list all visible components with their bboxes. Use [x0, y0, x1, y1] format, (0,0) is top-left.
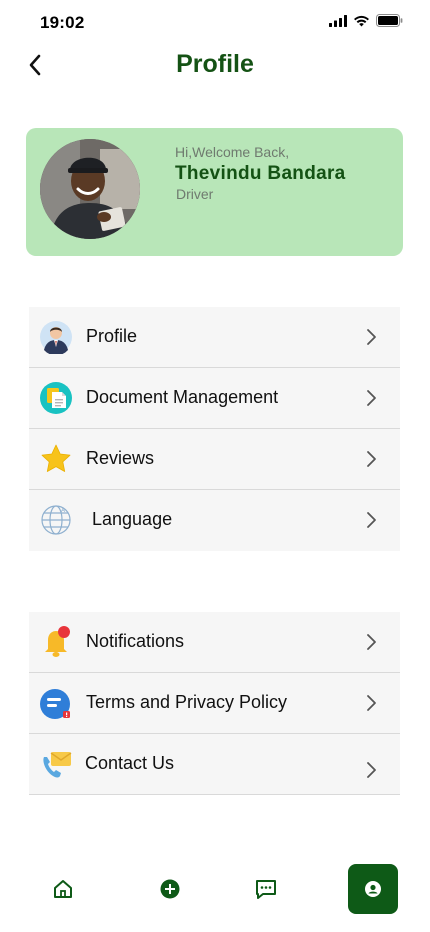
- user-name: Thevindu Bandara: [175, 163, 346, 184]
- menu-item-document-management[interactable]: Document Management: [29, 368, 400, 429]
- policy-icon: [40, 689, 70, 719]
- chevron-right-icon: [367, 634, 376, 650]
- user-avatar-icon: [40, 321, 72, 354]
- menu-label: Contact Us: [85, 753, 175, 773]
- chevron-right-icon: [367, 512, 376, 528]
- chevron-right-icon: [367, 695, 376, 711]
- nav-home-button[interactable]: [38, 864, 88, 914]
- wifi-icon: [354, 15, 369, 26]
- menu-item-terms-privacy[interactable]: Terms and Privacy Policy: [29, 673, 400, 734]
- profile-card: Hi,Welcome Back, Thevindu Bandara Driver: [26, 128, 403, 256]
- document-icon: [40, 382, 72, 414]
- user-role: Driver: [176, 186, 214, 202]
- plus-circle-icon: [160, 879, 180, 899]
- profile-icon: [365, 881, 381, 897]
- cellular-signal-icon: [329, 14, 347, 27]
- driver-photo: [40, 139, 140, 239]
- menu-label: Language: [92, 509, 173, 529]
- page-title: Profile: [176, 50, 254, 78]
- home-icon: [54, 880, 72, 898]
- battery-icon: [376, 14, 403, 27]
- menu-label: Notifications: [86, 631, 185, 651]
- nav-add-button[interactable]: [145, 864, 195, 914]
- globe-icon: A: [41, 505, 71, 535]
- menu-group-account: Profile Document Management Reviews A La…: [29, 307, 400, 551]
- menu-label: Terms and Privacy Policy: [86, 692, 288, 712]
- chevron-right-icon: [367, 390, 376, 406]
- bottom-nav: [0, 860, 430, 920]
- status-time: 19:02: [40, 13, 85, 32]
- status-bar: 19:02: [0, 0, 430, 46]
- greeting-text: Hi,Welcome Back,: [175, 144, 290, 160]
- menu-item-notifications[interactable]: Notifications: [29, 612, 400, 673]
- menu-item-language[interactable]: A Language: [29, 490, 400, 551]
- phone-mail-icon: [43, 752, 72, 778]
- avatar[interactable]: [40, 139, 140, 239]
- header: Profile: [0, 44, 430, 88]
- menu-label: Profile: [86, 326, 138, 346]
- menu-group-support: Notifications Terms and Privacy Policy C…: [29, 612, 400, 795]
- bell-icon: [45, 626, 70, 657]
- menu-item-reviews[interactable]: Reviews: [29, 429, 400, 490]
- menu-item-profile[interactable]: Profile: [29, 307, 400, 368]
- menu-item-contact-us[interactable]: Contact Us: [29, 734, 400, 795]
- chevron-right-icon: [367, 762, 376, 778]
- menu-label: Document Management: [86, 387, 279, 407]
- chat-icon: [256, 880, 276, 899]
- menu-label: Reviews: [86, 448, 155, 468]
- nav-messages-button[interactable]: [241, 864, 291, 914]
- nav-profile-button[interactable]: [348, 864, 398, 914]
- chevron-right-icon: [367, 451, 376, 467]
- chevron-right-icon: [367, 329, 376, 345]
- star-icon: [41, 444, 71, 472]
- status-icons: [329, 14, 403, 27]
